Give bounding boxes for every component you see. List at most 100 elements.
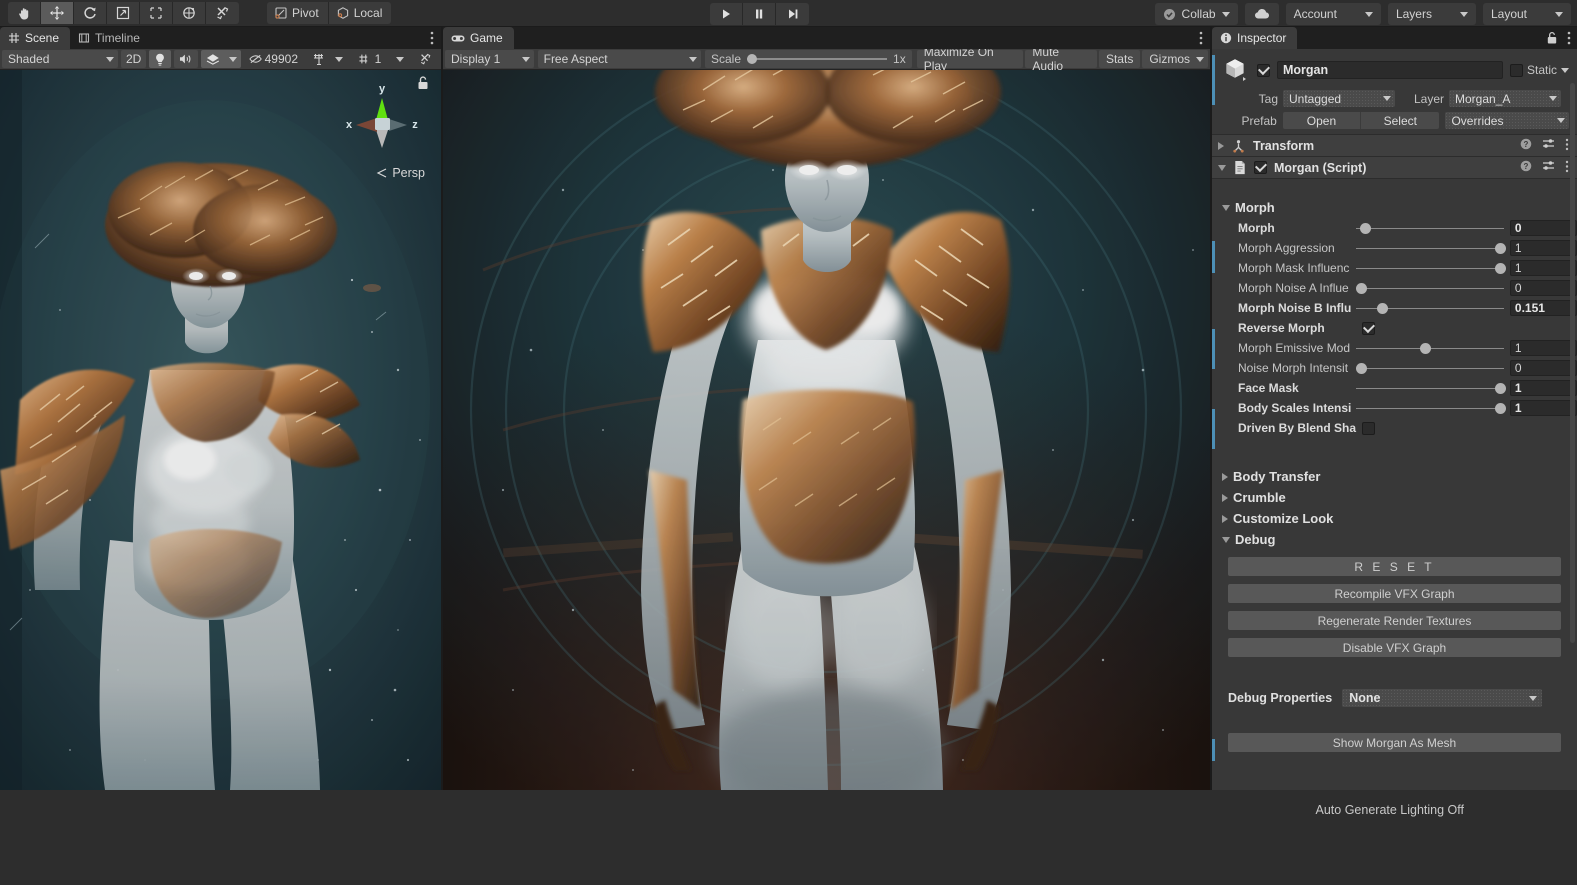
slider-track[interactable] (1356, 288, 1504, 289)
slider-track[interactable] (1356, 368, 1504, 369)
game-object-name-field[interactable]: Morgan (1277, 61, 1503, 79)
property-slider[interactable] (1356, 401, 1504, 415)
prefab-select-button[interactable]: Select (1361, 112, 1439, 129)
debug-button-recompile-vfx-graph[interactable]: Recompile VFX Graph (1228, 584, 1561, 603)
scene-grid-button[interactable]: 1 (353, 50, 386, 68)
slider-knob[interactable] (1377, 303, 1388, 314)
toggle-2d-button[interactable]: 2D (121, 50, 146, 68)
slider-track[interactable] (1356, 228, 1504, 229)
component-header-transform[interactable]: Transform ? (1212, 135, 1577, 157)
tab-inspector[interactable]: Inspector (1212, 27, 1297, 49)
foldout-crumble[interactable]: Crumble (1212, 487, 1577, 508)
scale-tool-button[interactable] (107, 2, 140, 24)
local-toggle-button[interactable]: Local (329, 2, 392, 24)
kebab-icon[interactable] (1565, 138, 1569, 154)
game-viewport[interactable] (443, 70, 1210, 790)
prefab-open-button[interactable]: Open (1283, 112, 1361, 129)
inspector-menu-button[interactable] (1567, 31, 1571, 48)
scene-fx-button[interactable] (201, 50, 225, 68)
slider-track[interactable] (1356, 248, 1504, 249)
game-panel-menu-button[interactable] (1199, 30, 1203, 49)
slider-knob[interactable] (1495, 243, 1506, 254)
component-enabled-checkbox[interactable] (1254, 161, 1267, 174)
slider-track[interactable] (1356, 408, 1504, 409)
property-slider[interactable] (1356, 361, 1504, 375)
play-button[interactable] (710, 3, 743, 25)
maximize-on-play-button[interactable]: Maximize On Play (917, 50, 1024, 68)
foldout-debug[interactable]: Debug (1212, 529, 1577, 550)
scene-lighting-button[interactable] (149, 50, 171, 68)
gizmos-button[interactable]: Gizmos (1142, 50, 1208, 68)
property-checkbox[interactable] (1362, 322, 1375, 335)
scene-effects-count[interactable]: 49902 (244, 50, 303, 68)
layout-button[interactable]: Layout (1483, 3, 1571, 25)
foldout-arrow-icon[interactable] (1222, 494, 1228, 502)
inspector-lock-button[interactable] (1546, 31, 1558, 48)
show-morgan-as-mesh-button[interactable]: Show Morgan As Mesh (1228, 733, 1561, 752)
slider-track[interactable] (1356, 388, 1504, 389)
debug-button-regenerate-render-textures[interactable]: Regenerate Render Textures (1228, 611, 1561, 630)
hand-tool-button[interactable] (8, 2, 41, 24)
property-value-field[interactable]: 1 (1510, 240, 1577, 256)
kebab-icon[interactable] (1565, 160, 1569, 176)
slider-knob[interactable] (1356, 283, 1367, 294)
scene-fx-dropdown[interactable] (225, 50, 241, 68)
transform-tool-button[interactable] (173, 2, 206, 24)
layer-dropdown[interactable]: Morgan_A (1449, 90, 1561, 107)
foldout-arrow-icon[interactable] (1222, 537, 1230, 543)
inspector-scrollbar[interactable] (1570, 83, 1575, 643)
scene-visibility-button[interactable] (306, 50, 328, 68)
property-value-field[interactable]: 1 (1510, 340, 1577, 356)
debug-properties-dropdown[interactable]: None (1342, 689, 1542, 707)
property-value-field[interactable]: 0 (1510, 360, 1577, 376)
rotate-tool-button[interactable] (74, 2, 107, 24)
foldout-body-transfer[interactable]: Body Transfer (1212, 466, 1577, 487)
property-value-field[interactable]: 0 (1510, 280, 1577, 296)
property-slider[interactable] (1356, 341, 1504, 355)
scale-slider-knob[interactable] (747, 54, 757, 64)
preset-icon[interactable] (1542, 138, 1555, 153)
mute-audio-button[interactable]: Mute Audio (1025, 50, 1097, 68)
account-button[interactable]: Account (1286, 3, 1381, 25)
scale-slider-group[interactable]: Scale 1x (705, 50, 912, 68)
slider-knob[interactable] (1360, 223, 1371, 234)
slider-knob[interactable] (1495, 403, 1506, 414)
debug-button-disable-vfx-graph[interactable]: Disable VFX Graph (1228, 638, 1561, 657)
property-slider[interactable] (1356, 261, 1504, 275)
scene-viewport[interactable]: y x z Persp (0, 70, 441, 790)
cloud-button[interactable] (1245, 3, 1279, 25)
property-slider[interactable] (1356, 221, 1504, 235)
prefab-overrides-dropdown[interactable]: Overrides (1445, 112, 1569, 129)
scene-view-gizmo[interactable]: y x z (339, 78, 425, 178)
tab-scene[interactable]: Scene (0, 27, 70, 49)
property-slider[interactable] (1356, 281, 1504, 295)
slider-knob[interactable] (1356, 363, 1367, 374)
game-object-enabled-checkbox[interactable] (1257, 64, 1270, 77)
stats-button[interactable]: Stats (1099, 50, 1140, 68)
display-dropdown[interactable]: Display 1 (445, 50, 534, 68)
pivot-toggle-button[interactable]: Pivot (267, 2, 329, 24)
property-slider[interactable] (1356, 381, 1504, 395)
slider-knob[interactable] (1420, 343, 1431, 354)
scene-settings-button[interactable] (414, 50, 438, 68)
scene-projection-label[interactable]: Persp (376, 166, 425, 180)
custom-tool-button[interactable] (206, 2, 239, 24)
morph-section-foldout[interactable]: Morph (1212, 197, 1577, 218)
step-button[interactable] (776, 3, 809, 25)
property-slider[interactable] (1356, 241, 1504, 255)
scene-gizmo-lock-icon[interactable] (416, 75, 436, 95)
debug-button-r-e-s-e-t[interactable]: R E S E T (1228, 557, 1561, 576)
foldout-customize-look[interactable]: Customize Look (1212, 508, 1577, 529)
scene-visibility-dropdown[interactable] (328, 50, 350, 68)
property-value-field[interactable]: 1 (1510, 400, 1577, 416)
scale-slider-track[interactable] (747, 58, 887, 60)
property-value-field[interactable]: 0.151 (1510, 300, 1577, 316)
slider-knob[interactable] (1495, 263, 1506, 274)
move-tool-button[interactable] (41, 2, 74, 24)
aspect-dropdown[interactable]: Free Aspect (538, 50, 701, 68)
slider-track[interactable] (1356, 268, 1504, 269)
property-value-field[interactable]: 1 (1510, 260, 1577, 276)
property-checkbox[interactable] (1362, 422, 1375, 435)
status-bar[interactable]: Auto Generate Lighting Off (0, 800, 1577, 820)
pause-button[interactable] (743, 3, 776, 25)
